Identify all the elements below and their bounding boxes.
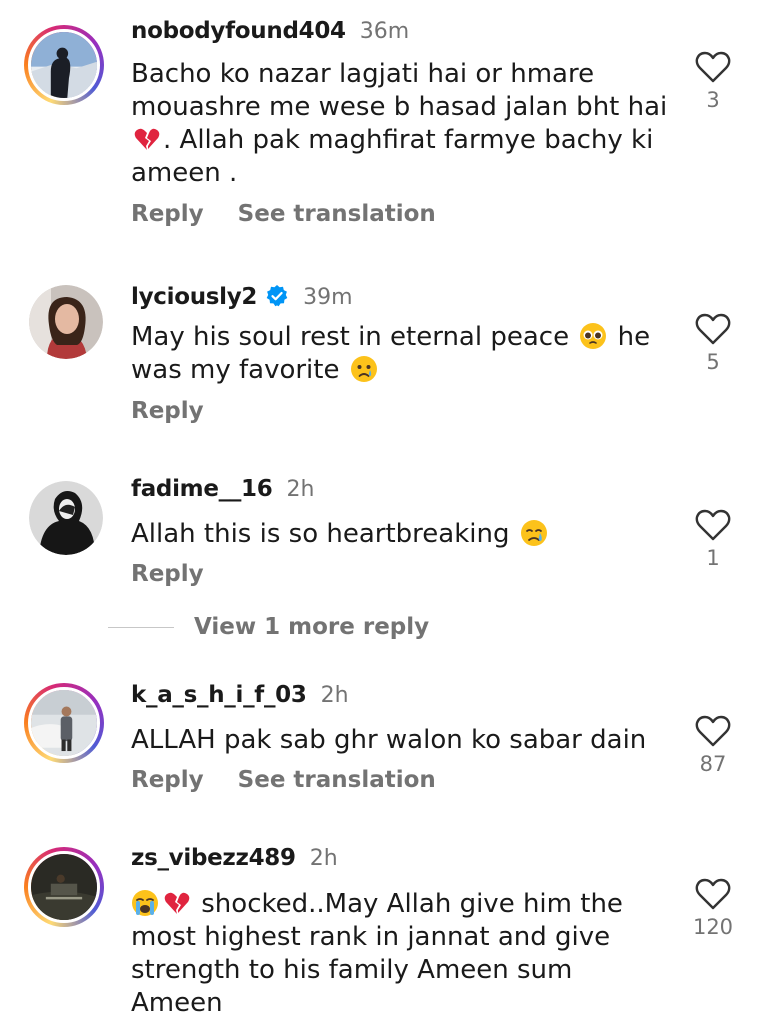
comment-time: 2h bbox=[286, 477, 315, 502]
loudly-crying-face-icon bbox=[132, 890, 158, 916]
reply-button[interactable]: Reply bbox=[131, 767, 204, 793]
comment-text-part: . Allah pak maghfirat farmye bachy ki am… bbox=[131, 125, 654, 188]
like-control: 1 bbox=[692, 508, 734, 570]
like-control: 87 bbox=[692, 714, 734, 776]
comment-time: 39m bbox=[303, 285, 353, 310]
like-control: 3 bbox=[692, 50, 734, 112]
reply-thread-divider bbox=[108, 626, 174, 628]
comment-text-part: May his soul rest in eternal peace bbox=[131, 322, 578, 352]
reply-button[interactable]: Reply bbox=[131, 561, 204, 587]
comment-text: ALLAH pak sab ghr walon ko sabar dain bbox=[131, 724, 671, 757]
comment-username[interactable]: zs_vibezz489 bbox=[131, 845, 296, 871]
avatar[interactable] bbox=[29, 285, 103, 359]
avatar[interactable] bbox=[29, 481, 103, 555]
avatar[interactable] bbox=[24, 683, 104, 763]
see-translation-button[interactable]: See translation bbox=[238, 201, 436, 227]
like-control: 120 bbox=[692, 877, 734, 939]
comment-text: Allah this is so heartbreaking bbox=[131, 518, 671, 551]
crying-face-icon bbox=[520, 520, 547, 546]
avatar-image bbox=[31, 690, 97, 756]
avatar-image bbox=[29, 481, 103, 555]
reply-button[interactable]: Reply bbox=[131, 398, 204, 424]
like-count: 5 bbox=[706, 350, 720, 374]
verified-badge-icon bbox=[266, 285, 288, 307]
comment-text-part: shocked..May Allah give him the most hig… bbox=[131, 889, 623, 1018]
comment-text: shocked..May Allah give him the most hig… bbox=[131, 888, 671, 1020]
view-more-replies-button[interactable]: View 1 more reply bbox=[108, 614, 429, 640]
pleading-face-icon bbox=[580, 323, 607, 349]
reply-button[interactable]: Reply bbox=[131, 201, 204, 227]
heart-outline-icon[interactable] bbox=[695, 50, 731, 84]
broken-heart-icon bbox=[134, 128, 160, 150]
comment-username[interactable]: nobodyfound404 bbox=[131, 18, 346, 44]
comment-time: 2h bbox=[309, 846, 338, 871]
like-count: 3 bbox=[706, 88, 720, 112]
avatar[interactable] bbox=[24, 25, 104, 105]
like-count: 87 bbox=[699, 752, 727, 776]
heart-outline-icon[interactable] bbox=[695, 508, 731, 542]
sad-face-icon bbox=[350, 356, 377, 382]
comment-username[interactable]: fadime__16 bbox=[131, 476, 273, 502]
like-count: 1 bbox=[706, 546, 720, 570]
heart-outline-icon[interactable] bbox=[695, 714, 731, 748]
comment-username[interactable]: k_a_s_h_i_f_03 bbox=[131, 682, 307, 708]
comment-text: Bacho ko nazar lagjati hai or hmare moua… bbox=[131, 58, 671, 190]
comment-time: 36m bbox=[359, 19, 410, 44]
broken-heart-icon bbox=[164, 892, 190, 914]
like-control: 5 bbox=[692, 312, 734, 374]
comment-text-part: Bacho ko nazar lagjati hai or hmare moua… bbox=[131, 59, 668, 122]
comment-text: May his soul rest in eternal peace he wa… bbox=[131, 321, 671, 387]
heart-outline-icon[interactable] bbox=[695, 312, 731, 346]
comment-username[interactable]: lyciously2 bbox=[131, 284, 257, 310]
avatar-image bbox=[29, 285, 103, 359]
comment-time: 2h bbox=[320, 683, 349, 708]
like-count: 120 bbox=[692, 915, 734, 939]
avatar-image bbox=[31, 854, 97, 920]
avatar[interactable] bbox=[24, 847, 104, 927]
see-translation-button[interactable]: See translation bbox=[238, 767, 436, 793]
avatar-image bbox=[31, 32, 97, 98]
heart-outline-icon[interactable] bbox=[695, 877, 731, 911]
comment-text-part: ALLAH pak sab ghr walon ko sabar dain bbox=[131, 725, 647, 755]
view-more-replies-label: View 1 more reply bbox=[194, 614, 430, 640]
comment-text-part: Allah this is so heartbreaking bbox=[131, 519, 518, 549]
